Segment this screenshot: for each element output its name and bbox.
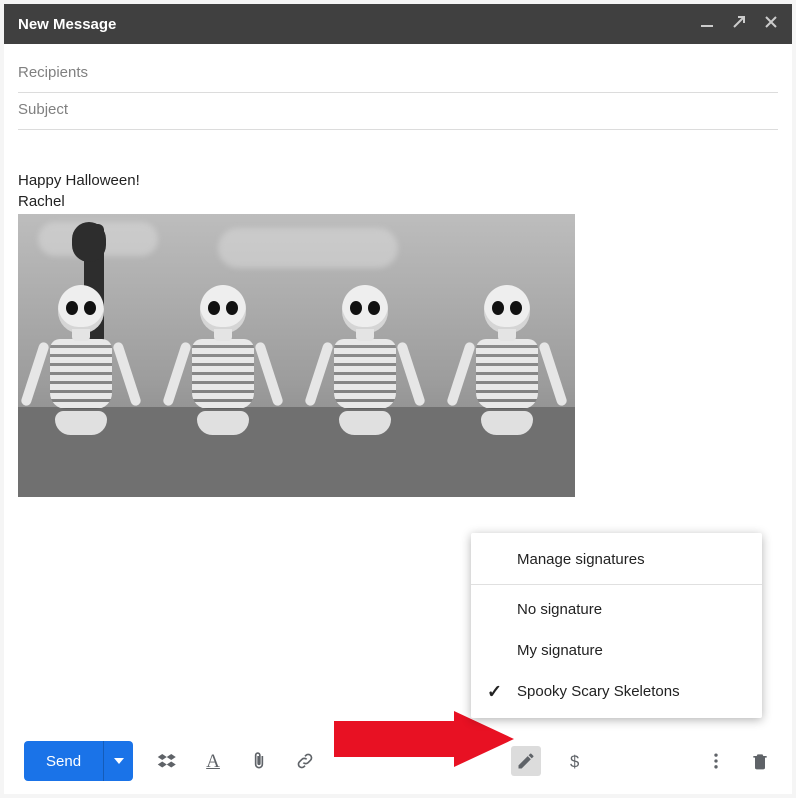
body-line: Rachel: [18, 191, 778, 212]
attach-icon[interactable]: [247, 749, 271, 773]
toolbar-right: [704, 749, 772, 773]
pen-icon[interactable]: [511, 746, 541, 776]
minimize-icon[interactable]: [700, 15, 714, 34]
body-line: Happy Halloween!: [18, 170, 778, 191]
embedded-gif[interactable]: [18, 214, 575, 497]
signature-menu: Manage signatures No signature My signat…: [471, 533, 762, 718]
dropbox-icon[interactable]: [155, 749, 179, 773]
svg-text:$: $: [570, 752, 579, 771]
send-options-button[interactable]: [103, 741, 133, 781]
recipients-placeholder: Recipients: [18, 64, 88, 81]
window-title: New Message: [18, 16, 700, 33]
link-icon[interactable]: [293, 749, 317, 773]
signature-option-label: No signature: [517, 601, 602, 618]
dollar-icon[interactable]: $: [563, 749, 587, 773]
compose-body[interactable]: Happy Halloween! Rachel: [18, 130, 778, 497]
send-group: Send: [24, 741, 133, 781]
signature-option[interactable]: No signature: [471, 589, 762, 630]
recipients-field[interactable]: Recipients: [18, 56, 778, 93]
manage-signatures-item[interactable]: Manage signatures: [471, 539, 762, 580]
signature-option[interactable]: My signature: [471, 630, 762, 671]
subject-field[interactable]: Subject: [18, 93, 778, 130]
titlebar: New Message: [4, 4, 792, 44]
compose-fields: Recipients Subject Happy Halloween! Rach…: [4, 44, 792, 497]
compose-window: New Message Recipients Subject Happy Hal…: [0, 0, 796, 798]
callout-arrow: [334, 711, 514, 772]
signature-option-label: Spooky Scary Skeletons: [517, 683, 680, 700]
send-button[interactable]: Send: [24, 741, 103, 781]
menu-separator: [471, 584, 762, 585]
signature-option-label: My signature: [517, 642, 603, 659]
caret-down-icon: [114, 756, 124, 766]
window-controls: [700, 15, 778, 34]
signature-option[interactable]: ✓ Spooky Scary Skeletons: [471, 671, 762, 712]
more-icon[interactable]: [704, 749, 728, 773]
subject-placeholder: Subject: [18, 101, 68, 118]
check-icon: ✓: [487, 681, 502, 702]
popout-icon[interactable]: [732, 15, 746, 34]
trash-icon[interactable]: [748, 749, 772, 773]
close-icon[interactable]: [764, 15, 778, 34]
format-icon[interactable]: A: [201, 749, 225, 773]
